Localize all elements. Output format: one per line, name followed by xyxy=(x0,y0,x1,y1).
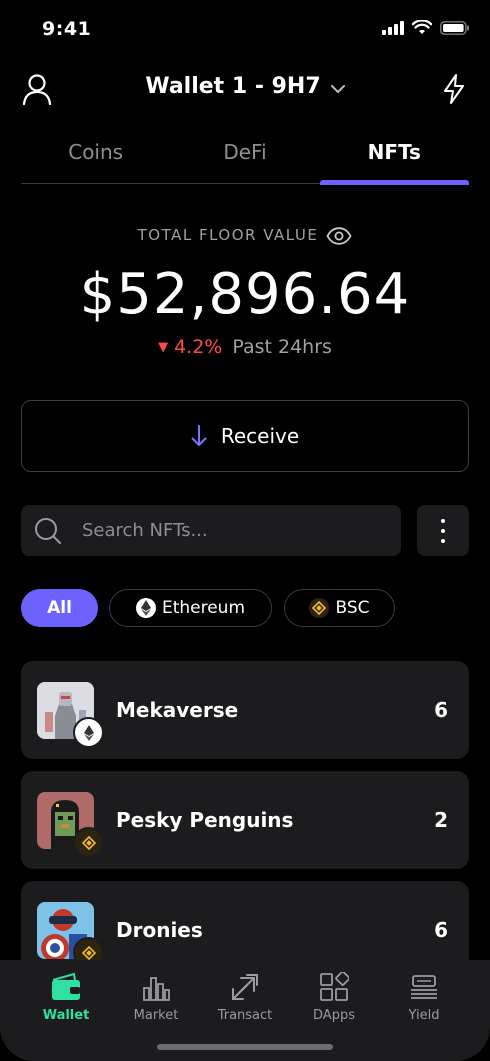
chevron-down-icon xyxy=(330,75,345,100)
transact-icon xyxy=(232,974,258,1000)
filter-ethereum-label: Ethereum xyxy=(161,598,246,618)
receive-button[interactable]: Receive xyxy=(21,400,469,472)
filter-all-label: All xyxy=(47,598,72,618)
bnb-icon xyxy=(73,827,104,858)
search-icon xyxy=(35,517,61,544)
phone-screen: 9:41 Wallet 1 - 9H7 Coins DeFi NFTs TOTA… xyxy=(0,0,490,1061)
yield-icon xyxy=(411,975,437,999)
filter-bsc-label: BSC xyxy=(335,598,370,618)
nav-wallet[interactable]: Wallet xyxy=(17,972,115,1023)
battery-icon xyxy=(440,20,469,35)
collection-count: 6 xyxy=(434,918,448,942)
tab-coins[interactable]: Coins xyxy=(21,130,170,183)
arrow-down-icon xyxy=(191,425,207,446)
filter-bsc[interactable]: BSC xyxy=(284,589,395,627)
signal-icon xyxy=(382,20,404,35)
wifi-icon xyxy=(412,20,432,34)
search-input[interactable]: Search NFTs... xyxy=(21,505,401,556)
search-placeholder: Search NFTs... xyxy=(82,520,208,541)
home-indicator xyxy=(157,1044,333,1050)
wallet-icon xyxy=(52,972,80,1000)
nav-wallet-label: Wallet xyxy=(42,1008,90,1023)
change-period: Past 24hrs xyxy=(232,336,332,358)
bnb-icon xyxy=(309,598,330,618)
nav-transact-label: Transact xyxy=(217,1008,273,1023)
floor-value-header: TOTAL FLOOR VALUE xyxy=(0,226,490,245)
tab-defi[interactable]: DeFi xyxy=(170,130,319,183)
receive-label: Receive xyxy=(220,424,300,448)
filter-ethereum[interactable]: Ethereum xyxy=(109,589,272,627)
apps-icon xyxy=(320,972,349,1001)
floor-value-label: TOTAL FLOOR VALUE xyxy=(137,226,319,244)
collection-count: 6 xyxy=(434,698,448,722)
status-time: 9:41 xyxy=(42,18,92,40)
total-floor-value: $52,896.64 xyxy=(79,262,411,327)
nav-yield[interactable]: Yield xyxy=(375,972,473,1023)
collection-name: Mekaverse xyxy=(116,698,239,722)
nav-yield-label: Yield xyxy=(408,1008,440,1023)
change-percent: 4.2% xyxy=(174,336,223,358)
nav-market-label: Market xyxy=(133,1008,179,1023)
collection-row[interactable]: Pesky Penguins 2 xyxy=(21,771,469,869)
eye-icon[interactable] xyxy=(326,226,352,245)
wallet-name: Wallet 1 - 9H7 xyxy=(145,74,321,99)
more-options-button[interactable] xyxy=(417,505,469,556)
nav-market[interactable]: Market xyxy=(107,972,205,1023)
collection-count: 2 xyxy=(434,808,448,832)
chart-icon xyxy=(143,977,170,1001)
down-triangle-icon: ▼ xyxy=(158,340,169,355)
nav-dapps[interactable]: DApps xyxy=(285,972,383,1023)
collection-name: Dronies xyxy=(116,918,203,942)
ethereum-icon xyxy=(135,598,156,618)
tab-nfts[interactable]: NFTs xyxy=(319,130,470,185)
collection-name: Pesky Penguins xyxy=(116,808,294,832)
lightning-icon[interactable] xyxy=(442,74,466,104)
ethereum-icon xyxy=(73,717,104,748)
wallet-selector[interactable]: Wallet 1 - 9H7 xyxy=(0,74,490,100)
filter-all[interactable]: All xyxy=(21,589,98,627)
status-icons xyxy=(382,20,470,35)
value-change: ▼ 4.2% Past 24hrs xyxy=(0,336,490,358)
nav-dapps-label: DApps xyxy=(313,1008,355,1023)
collection-row[interactable]: Mekaverse 6 xyxy=(21,661,469,759)
nav-transact[interactable]: Transact xyxy=(196,972,294,1023)
asset-tabs: Coins DeFi NFTs xyxy=(21,130,470,185)
